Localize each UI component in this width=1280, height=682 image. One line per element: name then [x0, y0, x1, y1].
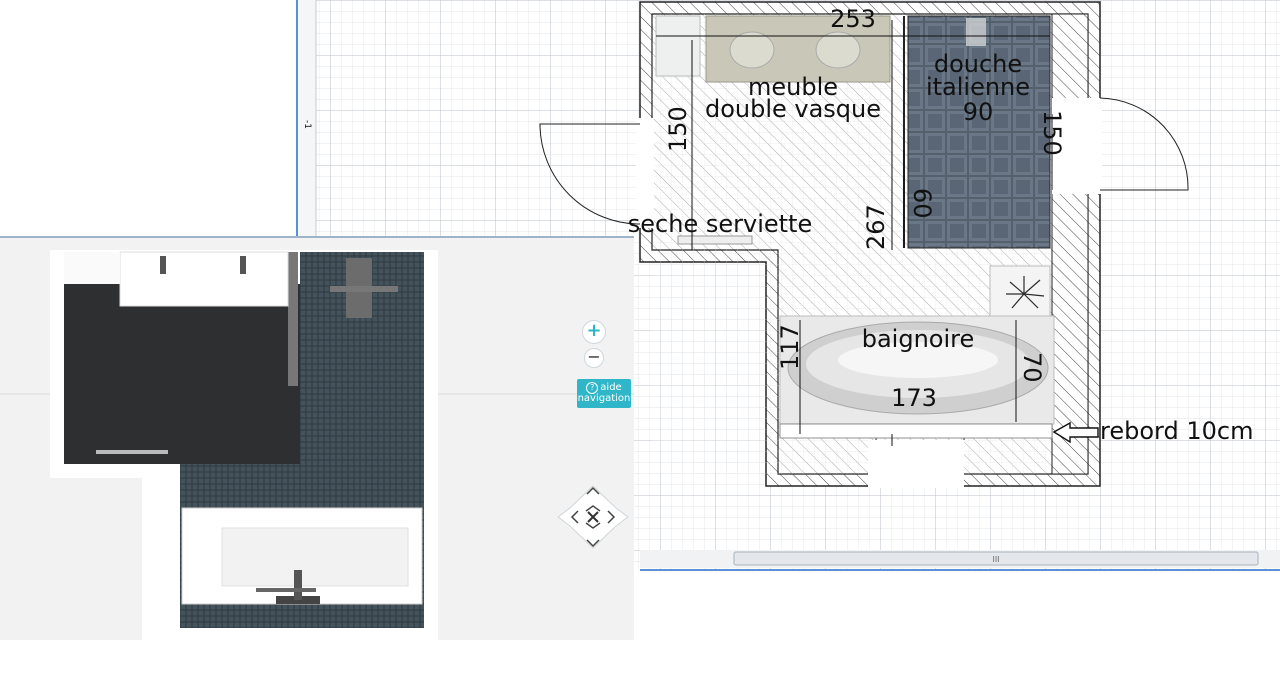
bottom-door-opening — [868, 440, 964, 488]
dim-shower-depth: 60 — [908, 188, 936, 219]
dark-floor — [64, 284, 300, 464]
dim-bath-length: 173 — [891, 384, 937, 412]
dim-total-length: 267 — [862, 204, 890, 250]
view-3d-panel[interactable]: + − ? aide navigation — [0, 236, 634, 640]
zoom-in-button[interactable]: + — [582, 320, 606, 344]
vertical-ruler — [296, 0, 316, 236]
dim-shower-width: 90 — [963, 98, 994, 126]
dim-left-depth: 150 — [664, 106, 692, 152]
help-label-line1: aide — [600, 382, 622, 393]
help-label-line2: navigation — [577, 393, 631, 404]
dim-bath-depth: 117 — [776, 324, 804, 370]
shower-label-line2: italienne — [926, 73, 1030, 101]
vanity-3d — [119, 251, 289, 307]
bathtub-label: baignoire — [862, 325, 975, 353]
dim-right-door: 150 — [1038, 110, 1066, 156]
help-navigation-button[interactable]: ? aide navigation — [577, 379, 631, 408]
towel-dryer-label: seche serviette — [628, 210, 812, 238]
towel-bar-3d — [96, 450, 168, 454]
view-3d-scene[interactable] — [0, 238, 634, 640]
ledge-label: rebord 10cm — [1100, 417, 1253, 445]
scrollbar-grip: III — [992, 555, 999, 564]
navigation-pad[interactable] — [556, 484, 630, 550]
ruler-mark: -1 — [302, 120, 312, 129]
dim-bath-side: 70 — [1018, 352, 1046, 383]
dim-width-top: 253 — [830, 5, 876, 33]
vanity-label-line2: double vasque — [705, 95, 881, 123]
zoom-out-button[interactable]: − — [584, 348, 604, 368]
